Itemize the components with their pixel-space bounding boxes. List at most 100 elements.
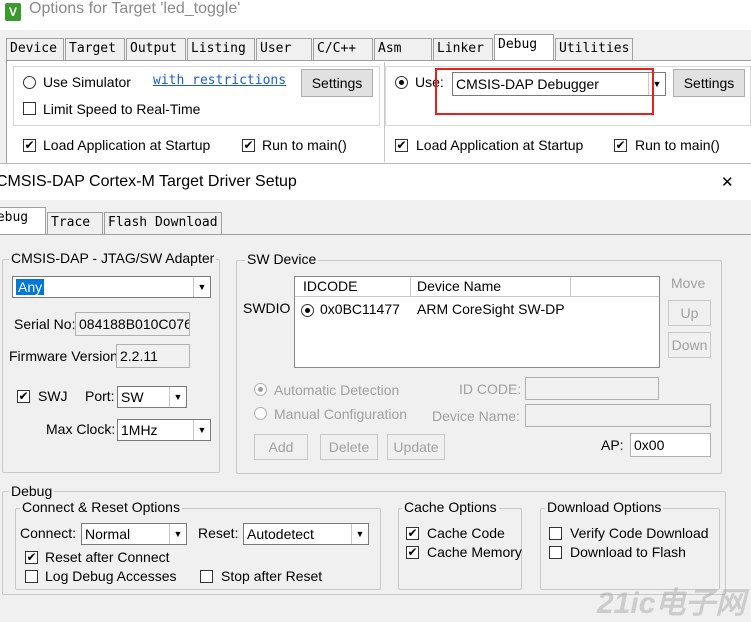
connect-label: Connect: [20,525,77,541]
tab-driver-trace[interactable]: Trace [47,212,103,234]
swdio-label: SWDIO [243,300,291,316]
tab-target[interactable]: Target [65,38,125,60]
max-clock-select[interactable]: 1MHz ▼ [117,419,211,441]
tab-asm[interactable]: Asm [374,38,432,60]
swj-checkbox[interactable]: ✔ [17,390,30,403]
options-window-title: Options for Target 'led_toggle' [29,0,241,17]
debugger-settings-button[interactable]: Settings [673,69,745,97]
sw-device-group-title: SW Device [245,251,319,267]
simulator-settings-button[interactable]: Settings [301,69,373,97]
add-button[interactable]: Add [254,434,308,460]
limit-speed-checkbox[interactable] [23,102,36,115]
reset-after-connect-checkbox[interactable]: ✔ [25,551,38,564]
reset-select-value: Autodetect [247,526,314,542]
run-to-main-label-right: Run to main() [635,137,720,153]
tab-listing[interactable]: Listing [187,38,255,60]
verify-download-checkbox[interactable] [549,527,562,540]
cache-memory-checkbox[interactable]: ✔ [406,546,419,559]
run-to-main-checkbox-left[interactable]: ✔ [242,139,255,152]
use-simulator-label: Use Simulator [43,74,131,90]
automatic-detection-label: Automatic Detection [274,382,400,398]
pane-divider [384,62,385,162]
swj-label: SWJ [38,388,68,404]
table-header-device-name[interactable]: Device Name [411,277,571,297]
table-header-filler [571,277,659,297]
table-header-device-name-label: Device Name [417,278,502,294]
serial-number-field[interactable]: 084188B010C076 [75,312,190,336]
tab-user[interactable]: User [256,38,312,60]
driver-tab-panel-line [0,234,751,235]
load-app-label-right: Load Application at Startup [416,137,584,153]
adapter-group-title: CMSIS-DAP - JTAG/SW Adapter [9,250,217,266]
sw-device-table[interactable]: IDCODE Device Name 0x0BC11477 ARM CoreSi… [294,276,660,368]
download-to-flash-label: Download to Flash [570,544,686,560]
chevron-down-icon[interactable]: ▼ [193,277,210,297]
stop-after-reset-checkbox[interactable] [200,570,213,583]
chevron-down-icon[interactable]: ▼ [351,524,368,544]
close-icon[interactable]: ✕ [721,173,734,191]
swd-device-select-radio[interactable] [301,304,314,317]
port-label: Port: [85,388,115,404]
id-code-label: ID CODE: [459,381,522,397]
manual-configuration-radio[interactable] [254,407,267,420]
download-options-title: Download Options [545,499,664,515]
restrictions-link[interactable]: with restrictions [153,73,286,88]
connect-select[interactable]: Normal ▼ [81,523,187,545]
watermark-logo: 21ic电子网 [597,587,746,620]
cache-code-label: Cache Code [427,525,505,541]
reset-label: Reset: [198,525,239,541]
log-debug-checkbox[interactable] [25,570,38,583]
port-select[interactable]: SW ▼ [117,386,187,408]
verify-download-label: Verify Code Download [570,525,709,541]
ap-field[interactable]: 0x00 [630,433,711,457]
automatic-detection-radio[interactable] [254,383,267,396]
tab-debug[interactable]: Debug [494,34,554,61]
run-to-main-checkbox-right[interactable]: ✔ [614,139,627,152]
chevron-down-icon[interactable]: ▼ [193,420,210,440]
cache-memory-label: Cache Memory [427,544,522,560]
table-header-idcode[interactable]: IDCODE [295,277,411,297]
manual-configuration-label: Manual Configuration [274,406,408,422]
device-name-field[interactable] [525,404,711,427]
tab-cc[interactable]: C/C++ [313,38,373,60]
adapter-select[interactable]: Any ▼ [12,276,211,298]
move-down-button[interactable]: Down [668,332,711,358]
table-row[interactable]: 0x0BC11477 ARM CoreSight SW-DP [295,299,659,321]
tab-linker[interactable]: Linker [433,38,493,60]
max-clock-label: Max Clock: [46,421,116,437]
tab-device[interactable]: Device [6,38,64,60]
delete-button[interactable]: Delete [320,434,378,460]
reset-select[interactable]: Autodetect ▼ [243,523,369,545]
chevron-down-icon[interactable]: ▼ [169,524,186,544]
adapter-select-value: Any [16,279,45,295]
firmware-version-field[interactable]: 2.2.11 [116,344,190,368]
chevron-down-icon[interactable]: ▼ [169,387,186,407]
debug-group-title: Debug [9,483,55,499]
move-up-button[interactable]: Up [668,300,711,326]
load-app-checkbox-right[interactable]: ✔ [395,139,408,152]
stop-after-reset-label: Stop after Reset [221,568,323,584]
cache-code-checkbox[interactable]: ✔ [406,527,419,540]
download-to-flash-checkbox[interactable] [549,546,562,559]
load-app-checkbox-left[interactable]: ✔ [23,139,36,152]
table-header-idcode-label: IDCODE [303,278,358,294]
max-clock-select-value: 1MHz [121,422,158,438]
cache-options-title: Cache Options [402,499,499,515]
tab-driver-debug-label: Debug [0,210,29,225]
run-to-main-label-left: Run to main() [262,137,347,153]
update-button[interactable]: Update [387,434,445,460]
app-icon: V [5,3,21,21]
ap-label: AP: [601,437,624,453]
log-debug-label: Log Debug Accesses [45,568,177,584]
use-simulator-radio[interactable] [23,76,36,89]
firmware-label: Firmware Version: [9,348,122,364]
driver-dialog-title: CMSIS-DAP Cortex-M Target Driver Setup [0,173,297,190]
tab-driver-flash-download[interactable]: Flash Download [104,212,222,234]
load-app-label-left: Load Application at Startup [43,137,211,153]
tab-output[interactable]: Output [126,38,186,60]
serial-label: Serial No: [14,316,76,332]
tab-utilities[interactable]: Utilities [555,38,633,60]
use-debugger-radio[interactable] [395,76,408,89]
tab-driver-debug[interactable]: Debug [0,207,46,235]
id-code-field[interactable] [525,377,659,400]
